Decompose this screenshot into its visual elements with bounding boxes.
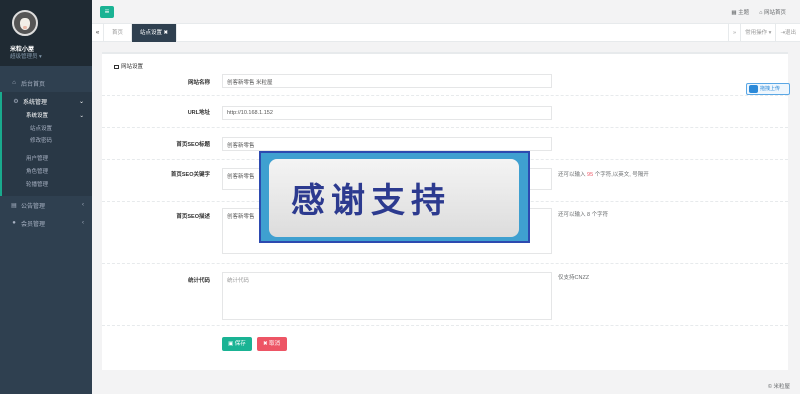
chevron-down-icon: ⌄ (78, 98, 84, 105)
sidebar-item-roles[interactable]: 角色管理 (2, 166, 92, 179)
stats-code-textarea[interactable]: 统计代码 (222, 272, 552, 320)
sidebar-item-label: 后台首页 (21, 81, 46, 88)
seo-title-label: 首页SEO标题 (176, 142, 210, 148)
doc-icon: ▤ (11, 202, 17, 209)
tab-home[interactable]: 首页 (104, 24, 133, 42)
list-icon (114, 64, 119, 69)
form-legend: 网站设置 (114, 62, 143, 70)
topbar-links: ▦ 主题 ⌂ 网站首页 (731, 8, 786, 16)
save-icon: ▣ (228, 341, 235, 347)
sidebar-item-label: 公告管理 (21, 203, 46, 210)
banner-text: 感谢支持 (291, 181, 451, 221)
chevron-down-icon: ⌄ (79, 113, 84, 119)
sidebar-item-label: 会员管理 (21, 221, 46, 228)
stats-code-label: 统计代码 (187, 278, 210, 284)
sidebar-item-carousel[interactable]: 轮播管理 (2, 179, 92, 192)
sidebar: 米粒小屋 超级管理员 ▾ ⌂ 后台首页 ⚙ 系统管理 ⌄ 系统设置 ⌄ 站点设置 修改密… (0, 0, 92, 394)
thanks-banner: 感谢支持 (259, 151, 530, 243)
url-input[interactable]: http://10.168.1.152 (222, 106, 552, 120)
sidebar-item-home[interactable]: ⌂ 后台首页 (0, 74, 92, 92)
close-icon[interactable]: ✖ (164, 30, 169, 36)
gear-icon: ⚙ (13, 98, 19, 105)
sidebar-item-members[interactable]: ● 会员管理 ‹ (0, 214, 92, 232)
home-icon: ⌂ (12, 80, 16, 86)
form-row-stats-code: 统计代码 统计代码 仅支持CNZZ (102, 264, 788, 326)
sidebar-item-label: 系统管理 (23, 99, 48, 106)
sidebar-item-announcements[interactable]: ▤ 公告管理 ‹ (0, 196, 92, 214)
sidebar-item-system-settings[interactable]: 系统设置 ⌄ (2, 110, 92, 123)
logout-button[interactable]: ⇥退出 (775, 24, 800, 42)
avatar[interactable] (12, 10, 38, 36)
sidebar-item-site-settings[interactable]: 站点设置 (2, 123, 92, 135)
user-icon: ● (12, 220, 16, 226)
sidebar-item-change-password[interactable]: 修改密码 (2, 135, 92, 147)
drag-upload-button[interactable]: 拖拽上传 (746, 83, 790, 95)
profile-panel: 米粒小屋 超级管理员 ▾ (0, 0, 92, 66)
site-home-link[interactable]: ⌂ 网站首页 (759, 8, 786, 16)
seo-description-help: 还可以输入 8 个字符 (558, 212, 609, 218)
menu-toggle-button[interactable]: ≡ (100, 6, 114, 18)
site-name-input[interactable]: 创客新零售 米粒屋 (222, 74, 552, 88)
seo-keywords-label: 首页SEO关键字 (170, 172, 210, 178)
seo-description-label: 首页SEO描述 (176, 214, 210, 220)
sidebar-item-system[interactable]: ⚙ 系统管理 ⌄ 系统设置 ⌄ 站点设置 修改密码 用户管理 角色管理 轮播管理 (0, 92, 92, 196)
topbar: ≡ ▦ 主题 ⌂ 网站首页 (92, 0, 800, 24)
url-label: URL地址 (187, 110, 210, 116)
sidebar-submenu: 系统设置 ⌄ 站点设置 修改密码 用户管理 角色管理 轮播管理 (2, 110, 92, 196)
footer-copyright: © 米粒屋 (767, 384, 790, 390)
tab-bar: « 首页 站点设置 ✖ » 常用操作 ▾ ⇥退出 (92, 24, 800, 42)
sidebar-item-users[interactable]: 用户管理 (2, 153, 92, 166)
tab-site-settings[interactable]: 站点设置 ✖ (132, 24, 178, 42)
save-button[interactable]: ▣ 保存 (222, 337, 252, 351)
sidebar-nav: ⌂ 后台首页 ⚙ 系统管理 ⌄ 系统设置 ⌄ 站点设置 修改密码 用户管理 角色管理 轮… (0, 74, 92, 232)
seo-title-input[interactable]: 创客新零售 (222, 137, 552, 151)
tab-scroll-left-button[interactable]: « (92, 24, 104, 42)
profile-role[interactable]: 超级管理员 ▾ (10, 52, 42, 60)
stats-code-help: 仅支持CNZZ (558, 275, 590, 281)
chevron-left-icon: ‹ (82, 202, 84, 208)
cancel-button[interactable]: ✖ 取消 (257, 337, 287, 351)
form-row-url: URL地址 http://10.168.1.152 (102, 96, 788, 128)
theme-link[interactable]: ▦ 主题 (731, 8, 749, 16)
seo-keywords-help: 还可以输入 95 个字符,以英文, 号隔开 (558, 172, 649, 178)
tab-ops-dropdown[interactable]: 常用操作 ▾ (740, 24, 775, 42)
chevron-left-icon: ‹ (82, 220, 84, 226)
site-name-label: 网站名称 (187, 80, 210, 86)
form-row-site-name: 网站名称 创客新零售 米粒屋 (102, 72, 788, 96)
tab-actions: » 常用操作 ▾ ⇥退出 (728, 24, 800, 42)
cloud-upload-icon (749, 85, 758, 93)
tab-scroll-right-button[interactable]: » (728, 24, 740, 42)
